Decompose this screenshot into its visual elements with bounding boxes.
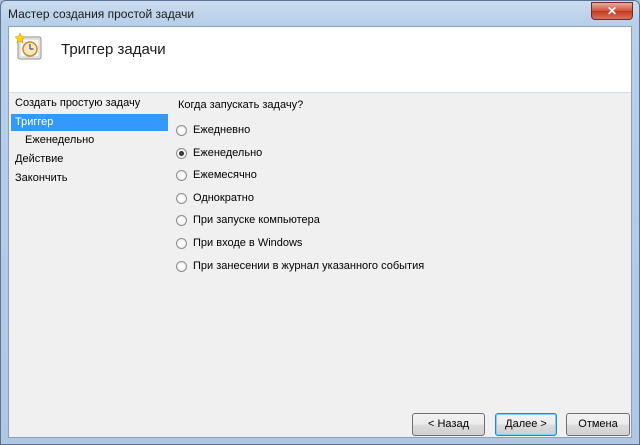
nav-step-trigger[interactable]: Триггер <box>11 114 168 131</box>
page-title: Триггер задачи <box>61 41 166 58</box>
window-title: Мастер создания простой задачи <box>8 7 195 21</box>
option-label: Ежемесячно <box>193 169 257 181</box>
wizard-client: Триггер задачи Создать простую задачу Тр… <box>8 26 632 438</box>
radio-button[interactable] <box>176 193 187 204</box>
nav-step-finish[interactable]: Закончить <box>11 170 168 187</box>
task-clock-icon <box>15 33 42 60</box>
nav-step-label: Действие <box>15 153 64 165</box>
nav-step-label: Еженедельно <box>25 134 95 146</box>
radio-button[interactable] <box>176 238 187 249</box>
option-label: При занесении в журнал указанного событи… <box>193 260 425 272</box>
title-bar[interactable]: Мастер создания простой задачи ✕ <box>1 1 639 26</box>
radio-button[interactable] <box>176 170 187 181</box>
option-label: Еженедельно <box>193 147 263 159</box>
trigger-question: Когда запускать задачу? <box>178 99 304 111</box>
radio-button[interactable] <box>176 125 187 136</box>
next-button[interactable]: Далее > <box>495 413 557 436</box>
option-label: При входе в Windows <box>193 237 303 249</box>
radio-button-checked[interactable] <box>176 148 187 159</box>
option-label: Ежедневно <box>193 124 251 136</box>
radio-button[interactable] <box>176 261 187 272</box>
nav-step-action[interactable]: Действие <box>11 151 168 168</box>
option-label: Однократно <box>193 192 254 204</box>
nav-step-create-task[interactable]: Создать простую задачу <box>11 95 168 112</box>
close-button[interactable]: ✕ <box>591 2 633 20</box>
nav-step-label: Триггер <box>15 116 54 128</box>
nav-step-weekly[interactable]: Еженедельно <box>11 132 168 149</box>
radio-button[interactable] <box>176 215 187 226</box>
option-label: При запуске компьютера <box>193 214 320 226</box>
wizard-window: Мастер создания простой задачи ✕ Триггер… <box>0 0 640 445</box>
close-icon: ✕ <box>606 4 618 18</box>
nav-step-label: Закончить <box>15 172 68 184</box>
cancel-button[interactable]: Отмена <box>566 413 630 436</box>
nav-step-label: Создать простую задачу <box>15 97 141 109</box>
back-button[interactable]: < Назад <box>412 413 485 436</box>
wizard-header: Триггер задачи <box>9 27 631 93</box>
